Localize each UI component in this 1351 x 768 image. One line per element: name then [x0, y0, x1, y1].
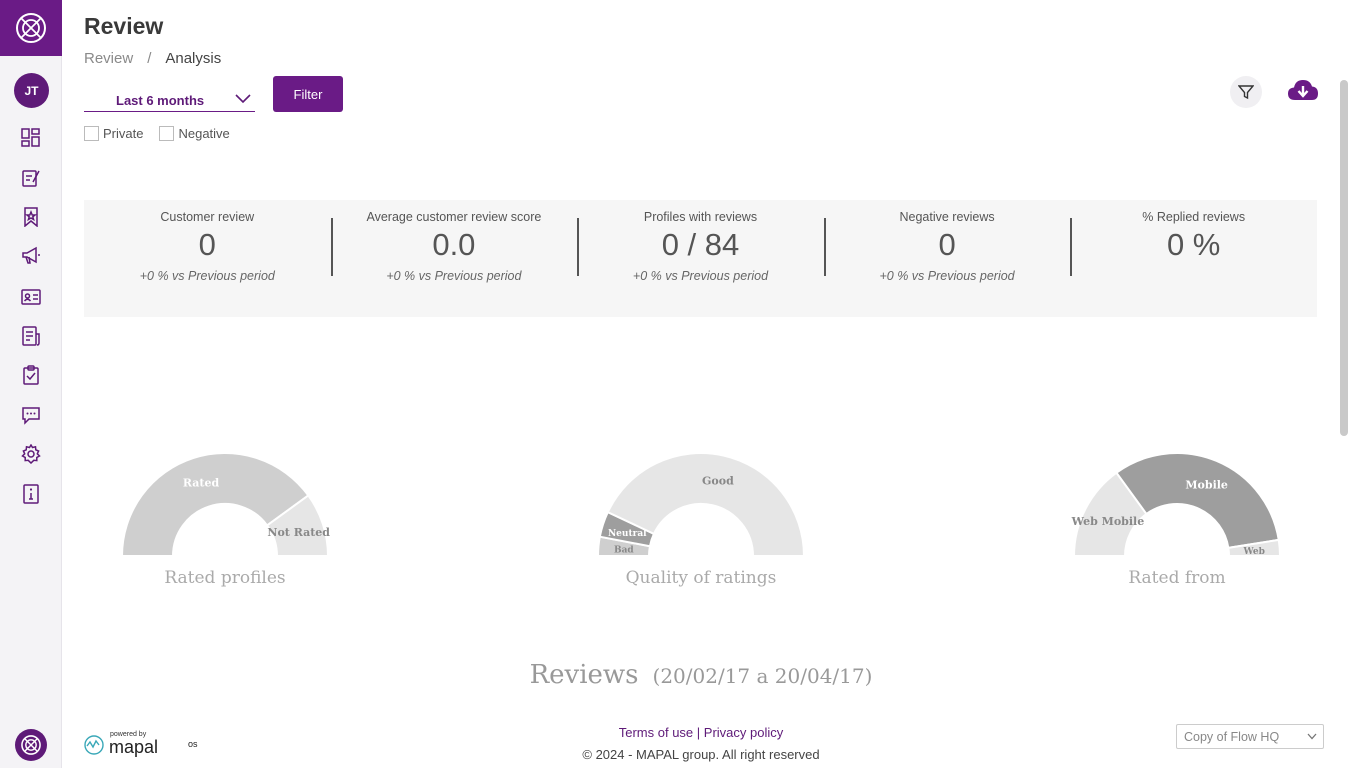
main-content: Review Review / Analysis Last 6 months F… [62, 0, 1340, 768]
edit-icon[interactable] [17, 164, 45, 192]
period-select[interactable]: Last 6 months [84, 88, 255, 112]
bookmark-star-icon[interactable] [17, 203, 45, 231]
reviews-title: Reviews [529, 660, 639, 690]
private-checkbox[interactable]: Private [84, 126, 143, 141]
kpi-label: % Replied reviews [1142, 210, 1246, 224]
gauge-title: Rated from [1128, 568, 1226, 588]
info-icon[interactable] [17, 480, 45, 508]
gauge-segment-label: Not Rated [267, 526, 330, 539]
download-button[interactable] [1286, 76, 1320, 106]
gauge-segment [1115, 452, 1280, 550]
breadcrumb-current: Analysis [165, 50, 222, 67]
filter-button[interactable]: Filter [273, 76, 343, 112]
document-icon[interactable] [17, 322, 45, 350]
sidebar: JT [0, 0, 62, 768]
kpi-negative-reviews: Negative reviews 0 +0 % vs Previous peri… [823, 200, 1071, 317]
gauge-chart: Rated Not Rated [120, 452, 330, 557]
scrollbar[interactable] [1340, 80, 1348, 436]
dashboard-icon[interactable] [17, 124, 45, 152]
kpi-profiles-with-reviews: Profiles with reviews 0 / 84 +0 % vs Pre… [577, 200, 824, 317]
advanced-filter-button[interactable] [1230, 76, 1262, 108]
negative-checkbox[interactable]: Negative [159, 126, 230, 141]
breadcrumb-separator: / [147, 50, 152, 67]
kpi-label: Negative reviews [899, 210, 995, 224]
gauge-chart: Bad Neutral Good [596, 452, 806, 557]
megaphone-icon[interactable] [17, 242, 45, 270]
mapal-os-logo[interactable] [15, 729, 47, 761]
gauge-segment-label: Neutral [608, 529, 647, 539]
kpi-label: Customer review [160, 210, 255, 224]
kpi-label: Profiles with reviews [643, 210, 758, 224]
kpi-value: 0 % [1166, 227, 1221, 262]
checklist-icon[interactable] [17, 361, 45, 389]
gauge-title: Rated profiles [164, 568, 286, 588]
kpi-delta: +0 % vs Previous period [139, 269, 275, 283]
gauge-segment-label: Web [1243, 547, 1265, 557]
page-title: Review [84, 13, 164, 39]
cloud-download-icon [1288, 80, 1318, 100]
chevron-down-icon [1307, 733, 1317, 740]
kpi-replied-reviews: % Replied reviews 0 % [1070, 200, 1317, 317]
reviews-heading: Reviews (20/02/17 a 20/04/17) [62, 660, 1340, 690]
privacy-link[interactable]: Privacy policy [704, 725, 783, 740]
kpi-delta: +0 % vs Previous period [879, 269, 1015, 283]
kpi-value: 0 / 84 [661, 227, 740, 262]
id-card-icon[interactable] [17, 283, 45, 311]
kpi-average-score: Average customer review score 0.0 +0 % v… [330, 200, 578, 317]
breadcrumb-root[interactable]: Review [84, 50, 133, 67]
footer-divider: | [696, 725, 701, 740]
kpi-value: 0.0 [432, 227, 476, 262]
gauge-segment-label: Bad [614, 546, 634, 556]
kpi-value: 0 [198, 227, 216, 262]
site-select-value: Copy of Flow HQ [1184, 730, 1280, 744]
private-checkbox-box[interactable] [84, 126, 99, 141]
gauge-segment-label: Rated [183, 476, 220, 489]
filter-checkboxes: Private Negative [84, 126, 230, 141]
gauge-segment-label: Mobile [1185, 478, 1228, 491]
chevron-down-icon [235, 94, 251, 104]
gauge-segment-label: Good [702, 474, 734, 487]
globe-logo-icon [16, 13, 46, 43]
gear-icon[interactable] [17, 440, 45, 468]
kpi-value: 0 [938, 227, 956, 262]
kpi-panel: Customer review 0 +0 % vs Previous perio… [84, 200, 1317, 317]
kpi-customer-review: Customer review 0 +0 % vs Previous perio… [84, 200, 331, 317]
app-logo[interactable] [0, 0, 62, 56]
period-select-value: Last 6 months [116, 93, 205, 108]
gauge-quality-of-ratings: Bad Neutral Good Quality of ratings [591, 450, 811, 588]
footer-links: Terms of use | Privacy policy [62, 725, 1340, 740]
kpi-delta: +0 % vs Previous period [632, 269, 769, 283]
gauge-chart: Web Mobile Mobile Web [1071, 452, 1282, 557]
copyright: © 2024 - MAPAL group. All right reserved [582, 747, 820, 762]
negative-label: Negative [178, 126, 230, 141]
kpi-delta: +0 % vs Previous period [386, 269, 522, 283]
gauge-rated-profiles: Rated Not Rated Rated profiles [115, 450, 335, 588]
avatar[interactable]: JT [14, 73, 49, 108]
funnel-icon [1238, 85, 1254, 100]
site-select[interactable]: Copy of Flow HQ [1176, 724, 1324, 749]
gauge-segment-label: Web Mobile [1071, 515, 1145, 528]
private-label: Private [103, 126, 144, 141]
gauge-title: Quality of ratings [625, 568, 777, 588]
breadcrumb: Review / Analysis [84, 50, 221, 67]
reviews-date-range: (20/02/17 a 20/04/17) [652, 664, 873, 688]
globe-logo-icon [21, 735, 41, 755]
terms-link[interactable]: Terms of use [619, 725, 693, 740]
gauge-rated-from: Web Mobile Mobile Web Rated from [1067, 450, 1287, 588]
chat-icon[interactable] [17, 401, 45, 429]
negative-checkbox-box[interactable] [159, 126, 175, 141]
kpi-label: Average customer review score [366, 210, 542, 224]
